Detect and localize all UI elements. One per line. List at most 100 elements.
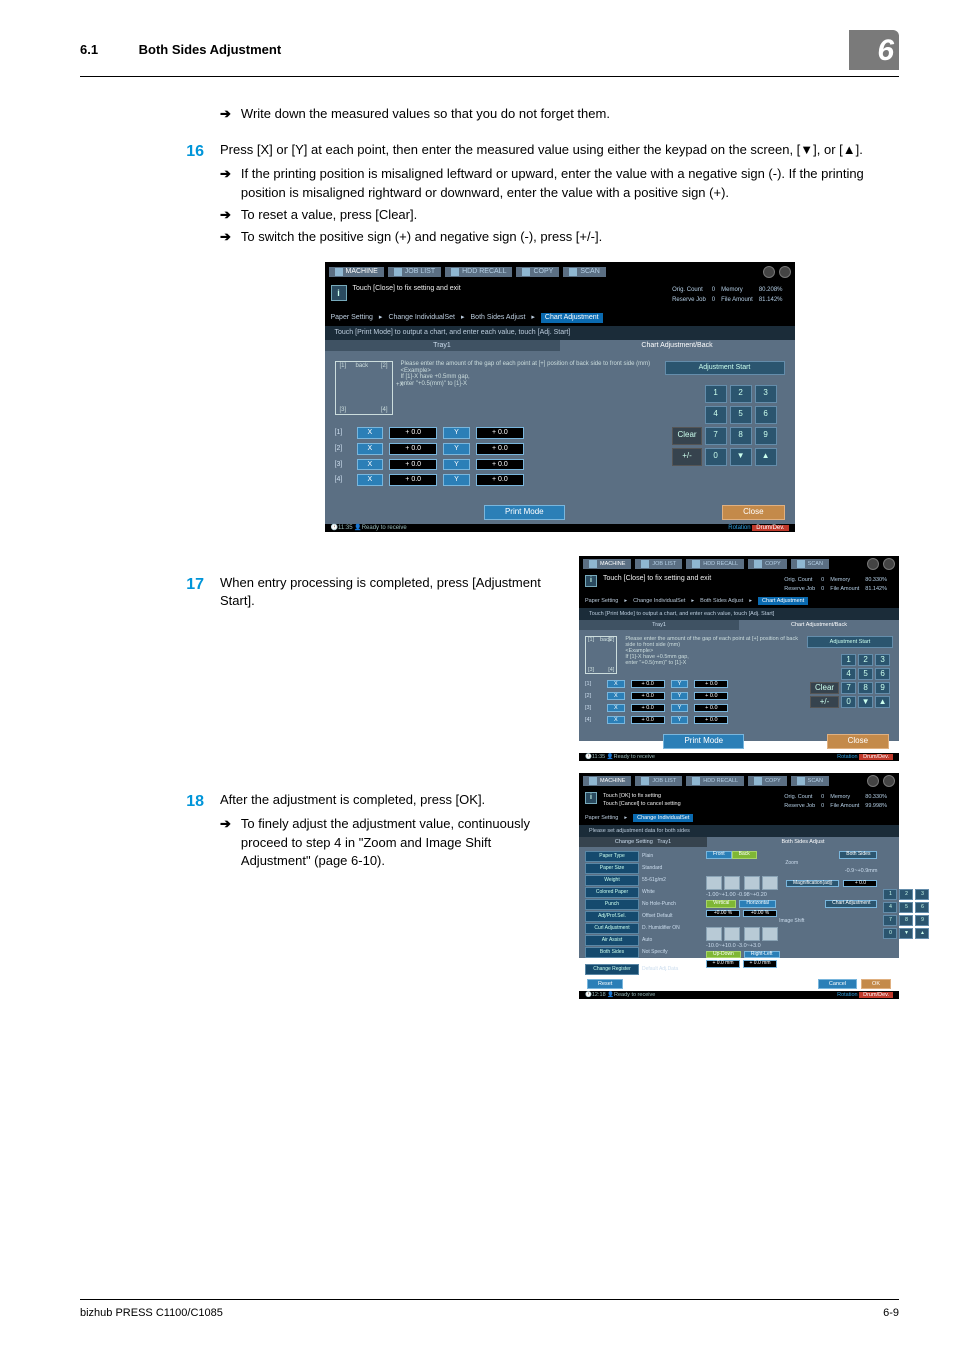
info-icon: i [331, 285, 347, 301]
key-1[interactable]: 1 [705, 385, 727, 403]
help-icon[interactable] [779, 266, 791, 278]
x-button[interactable]: X [357, 459, 384, 471]
key-up[interactable]: ▲ [755, 448, 777, 466]
value-row: [4]X+ 0.0Y+ 0.0 [335, 474, 651, 486]
y-button[interactable]: Y [443, 459, 470, 471]
step16-bullet: ➔ To reset a value, press [Clear]. [220, 206, 899, 224]
y-value: + 0.0 [476, 459, 524, 471]
cancel-button[interactable]: Cancel [818, 979, 857, 989]
colored-paper-button[interactable]: Colored Paper [585, 887, 639, 898]
step16-bullet: ➔ To switch the positive sign (+) and ne… [220, 228, 899, 246]
hint-text: Touch [Print Mode] to output a chart, an… [325, 326, 795, 340]
both-sides-toggle[interactable]: Both Sides [839, 851, 877, 859]
page-footer: bizhub PRESS C1100/C1085 6-9 [80, 1299, 899, 1321]
air-assist-button[interactable]: Air Assist [585, 935, 639, 946]
right-left-value: + 0.0 mm [743, 960, 777, 968]
copy-icon [522, 268, 530, 276]
key-8[interactable]: 8 [730, 427, 752, 445]
value-rows: [1]X+ 0.0Y+ 0.0 [2]X+ 0.0Y+ 0.0 [3]X+ 0.… [335, 427, 651, 486]
chart-adjustment-button[interactable]: Chart Adjustment [825, 900, 877, 908]
machine-icon [335, 268, 343, 276]
shift-icon [724, 927, 740, 941]
intro-bullet-text: Write down the measured values so that y… [241, 105, 610, 123]
arrow-icon: ➔ [220, 815, 231, 833]
tab-job-list[interactable]: JOB LIST [388, 267, 441, 277]
y-button[interactable]: Y [443, 474, 470, 486]
intro-bullet: ➔ Write down the measured values so that… [220, 105, 899, 123]
magnification-button[interactable]: Magnification(adj) [786, 880, 839, 888]
value-row: [3]X+ 0.0Y+ 0.0 [335, 459, 651, 471]
x-button[interactable]: X [357, 427, 384, 439]
step18-text: After the adjustment is completed, press… [220, 791, 559, 809]
settings-list: Paper TypePlain Paper SizeStandard Weigh… [585, 851, 700, 975]
arrow-icon: ➔ [220, 165, 231, 183]
vertical-button[interactable]: Vertical [706, 900, 736, 908]
screenshot-chart-adjustment: MACHINE JOB LIST HDD RECALL COPY SCAN i … [325, 262, 795, 532]
tab-scan[interactable]: SCAN [563, 267, 605, 277]
key-3[interactable]: 3 [755, 385, 777, 403]
status-left: 🕐11:35 👤Ready to receive [331, 525, 407, 532]
weight-button[interactable]: Weight [585, 875, 639, 886]
key-2[interactable]: 2 [730, 385, 752, 403]
change-register-button[interactable]: Change Register [585, 964, 639, 975]
key-0[interactable]: 0 [705, 448, 727, 466]
step-number: 18 [176, 791, 204, 813]
paper-size-button[interactable]: Paper Size [585, 863, 639, 874]
header-rule [80, 76, 899, 77]
paper-type-button[interactable]: Paper Type [585, 851, 639, 862]
back-button[interactable]: Back [732, 851, 757, 859]
key-7[interactable]: 7 [705, 427, 727, 445]
y-value: + 0.0 [476, 443, 524, 455]
step-number: 17 [176, 574, 204, 596]
x-button[interactable]: X [357, 474, 384, 486]
chapter-badge: 6 [849, 30, 899, 70]
key-9[interactable]: 9 [755, 427, 777, 445]
value-row: [1]X+ 0.0Y+ 0.0 [335, 427, 651, 439]
x-button[interactable]: X [357, 443, 384, 455]
tab-chart-back[interactable]: Chart Adjustment/Back [560, 340, 795, 352]
key-down[interactable]: ▼ [730, 448, 752, 466]
punch-button[interactable]: Punch [585, 899, 639, 910]
adjustment-start-button[interactable]: Adjustment Start [807, 636, 893, 648]
tab-copy[interactable]: COPY [516, 267, 559, 277]
plus-minus-button[interactable]: +/- [672, 448, 701, 466]
top-tabs: MACHINE JOB LIST HDD RECALL COPY SCAN [325, 262, 795, 282]
y-button[interactable]: Y [443, 443, 470, 455]
front-button[interactable]: Front [706, 851, 732, 859]
key-4[interactable]: 4 [705, 406, 727, 424]
clear-button[interactable]: Clear [672, 427, 701, 445]
adjustment-start-button[interactable]: Adjustment Start [665, 361, 785, 375]
key-6[interactable]: 6 [755, 406, 777, 424]
both-sides-button[interactable]: Both Sides [585, 947, 639, 958]
x-value: + 0.0 [389, 459, 437, 471]
x-value: + 0.0 [389, 427, 437, 439]
hdd-icon [451, 268, 459, 276]
curl-adjustment-button[interactable]: Curl Adjustment [585, 923, 639, 934]
ok-button[interactable]: OK [861, 979, 891, 989]
section-number: 6.1 [80, 41, 135, 59]
sub-tabs: Tray1 Chart Adjustment/Back [325, 340, 795, 352]
right-left-button[interactable]: Right-Left [744, 951, 780, 959]
tab-machine[interactable]: MACHINE [329, 267, 384, 277]
close-button[interactable]: Close [722, 505, 784, 520]
screenshot-adjustment-start: MACHINEJOB LISTHDD RECALLCOPYSCAN iTouch… [579, 556, 899, 741]
tab-hdd-recall[interactable]: HDD RECALL [445, 267, 512, 277]
horizontal-button[interactable]: Horizontal [739, 900, 776, 908]
screenshot-both-sides-adjust: MACHINEJOB LISTHDD RECALLCOPYSCAN iTouch… [579, 773, 899, 958]
adj-prof-button[interactable]: Adj/Prof.Sel. [585, 911, 639, 922]
shift-icon [762, 927, 778, 941]
shift-icon [744, 927, 760, 941]
power-icon[interactable] [763, 266, 775, 278]
step-number: 16 [176, 141, 204, 163]
print-mode-button[interactable]: Print Mode [484, 505, 565, 520]
up-down-button[interactable]: Up-Down [706, 951, 741, 959]
vertical-value: +0.00 % [706, 910, 740, 918]
key-5[interactable]: 5 [730, 406, 752, 424]
reset-button[interactable]: Reset [587, 979, 623, 989]
info-stats: Orig. Count0Memory80.208% Reserve Job0Fi… [670, 285, 788, 307]
keypad-small: 123 456 789 0▼▲ [883, 889, 929, 939]
y-button[interactable]: Y [443, 427, 470, 439]
keypad: 123 456 Clear789 +/-0▼▲ [672, 385, 776, 466]
step18-bullet: ➔ To finely adjust the adjustment value,… [220, 815, 559, 870]
tab-tray[interactable]: Tray1 [325, 340, 560, 352]
